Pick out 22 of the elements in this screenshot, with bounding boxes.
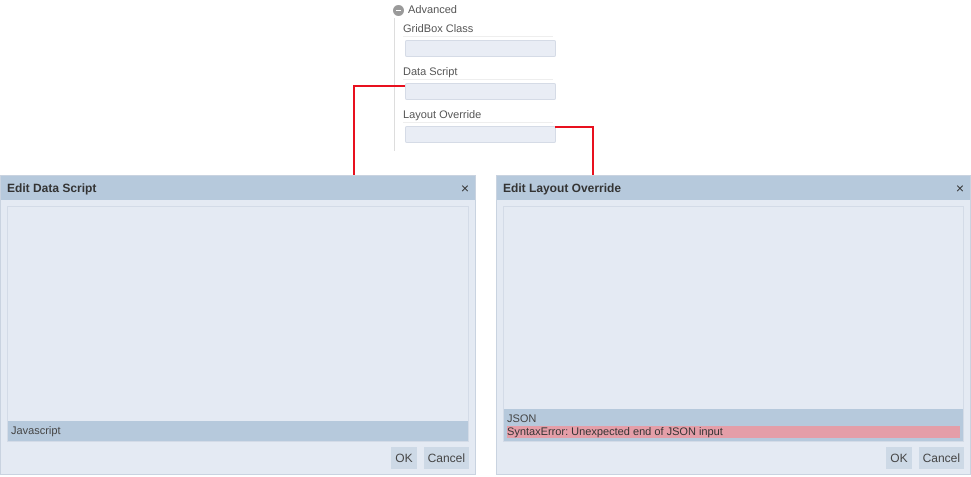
close-button[interactable]: × [956,181,964,195]
input-field[interactable] [405,83,556,100]
field-label: GridBox Class [403,18,553,37]
code-editor[interactable]: JSON SyntaxError: Unexpected end of JSON input [503,206,964,442]
language-label: Javascript [11,424,62,438]
section-title: Advanced [408,2,457,18]
input-field[interactable] [405,40,556,57]
dialog-button[interactable]: OK [886,447,912,469]
dialog-button[interactable]: Cancel [918,447,964,469]
dialog-button[interactable]: Cancel [424,447,469,469]
connector-line [555,126,594,175]
input-field[interactable] [405,126,556,143]
dialog-button[interactable]: OK [391,447,417,469]
field-label: Data Script [403,61,553,80]
dialog-title: Edit Layout Override [503,180,622,197]
language-label: JSON [507,412,538,426]
dialog-title: Edit Data Script [7,180,96,197]
field-label: Layout Override [403,104,553,123]
close-button[interactable]: × [460,181,469,195]
error-message: SyntaxError: Unexpected end of JSON input [507,426,960,438]
code-editor[interactable]: Javascript [7,206,469,442]
collapse-icon[interactable] [393,4,404,16]
